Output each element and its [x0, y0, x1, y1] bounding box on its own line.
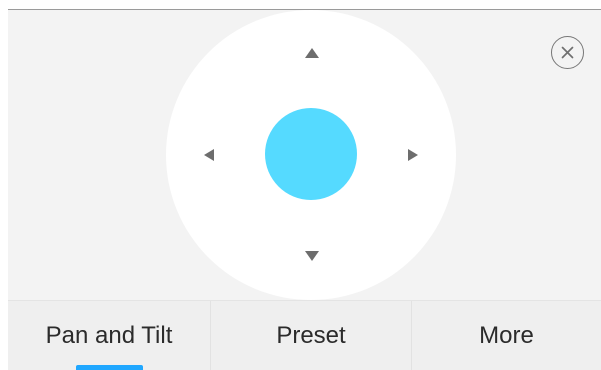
tab-more[interactable]: More [412, 301, 601, 370]
tab-label: More [479, 321, 534, 349]
tab-pan-and-tilt[interactable]: Pan and Tilt [8, 301, 210, 370]
joystick-button[interactable] [265, 108, 357, 200]
left-arrow-icon[interactable] [204, 149, 214, 161]
tab-label: Preset [276, 321, 346, 349]
active-tab-indicator [76, 365, 143, 370]
right-arrow-icon[interactable] [408, 149, 418, 161]
bottom-tab-bar: Pan and Tilt Preset More [8, 300, 601, 370]
tab-preset[interactable]: Preset [210, 301, 412, 370]
down-arrow-icon[interactable] [305, 251, 319, 261]
pan-tilt-screen: Pan and Tilt Preset More [0, 0, 601, 370]
close-button[interactable] [551, 36, 584, 69]
up-arrow-icon[interactable] [305, 48, 319, 58]
tab-label: Pan and Tilt [45, 321, 173, 349]
close-icon [561, 46, 574, 59]
